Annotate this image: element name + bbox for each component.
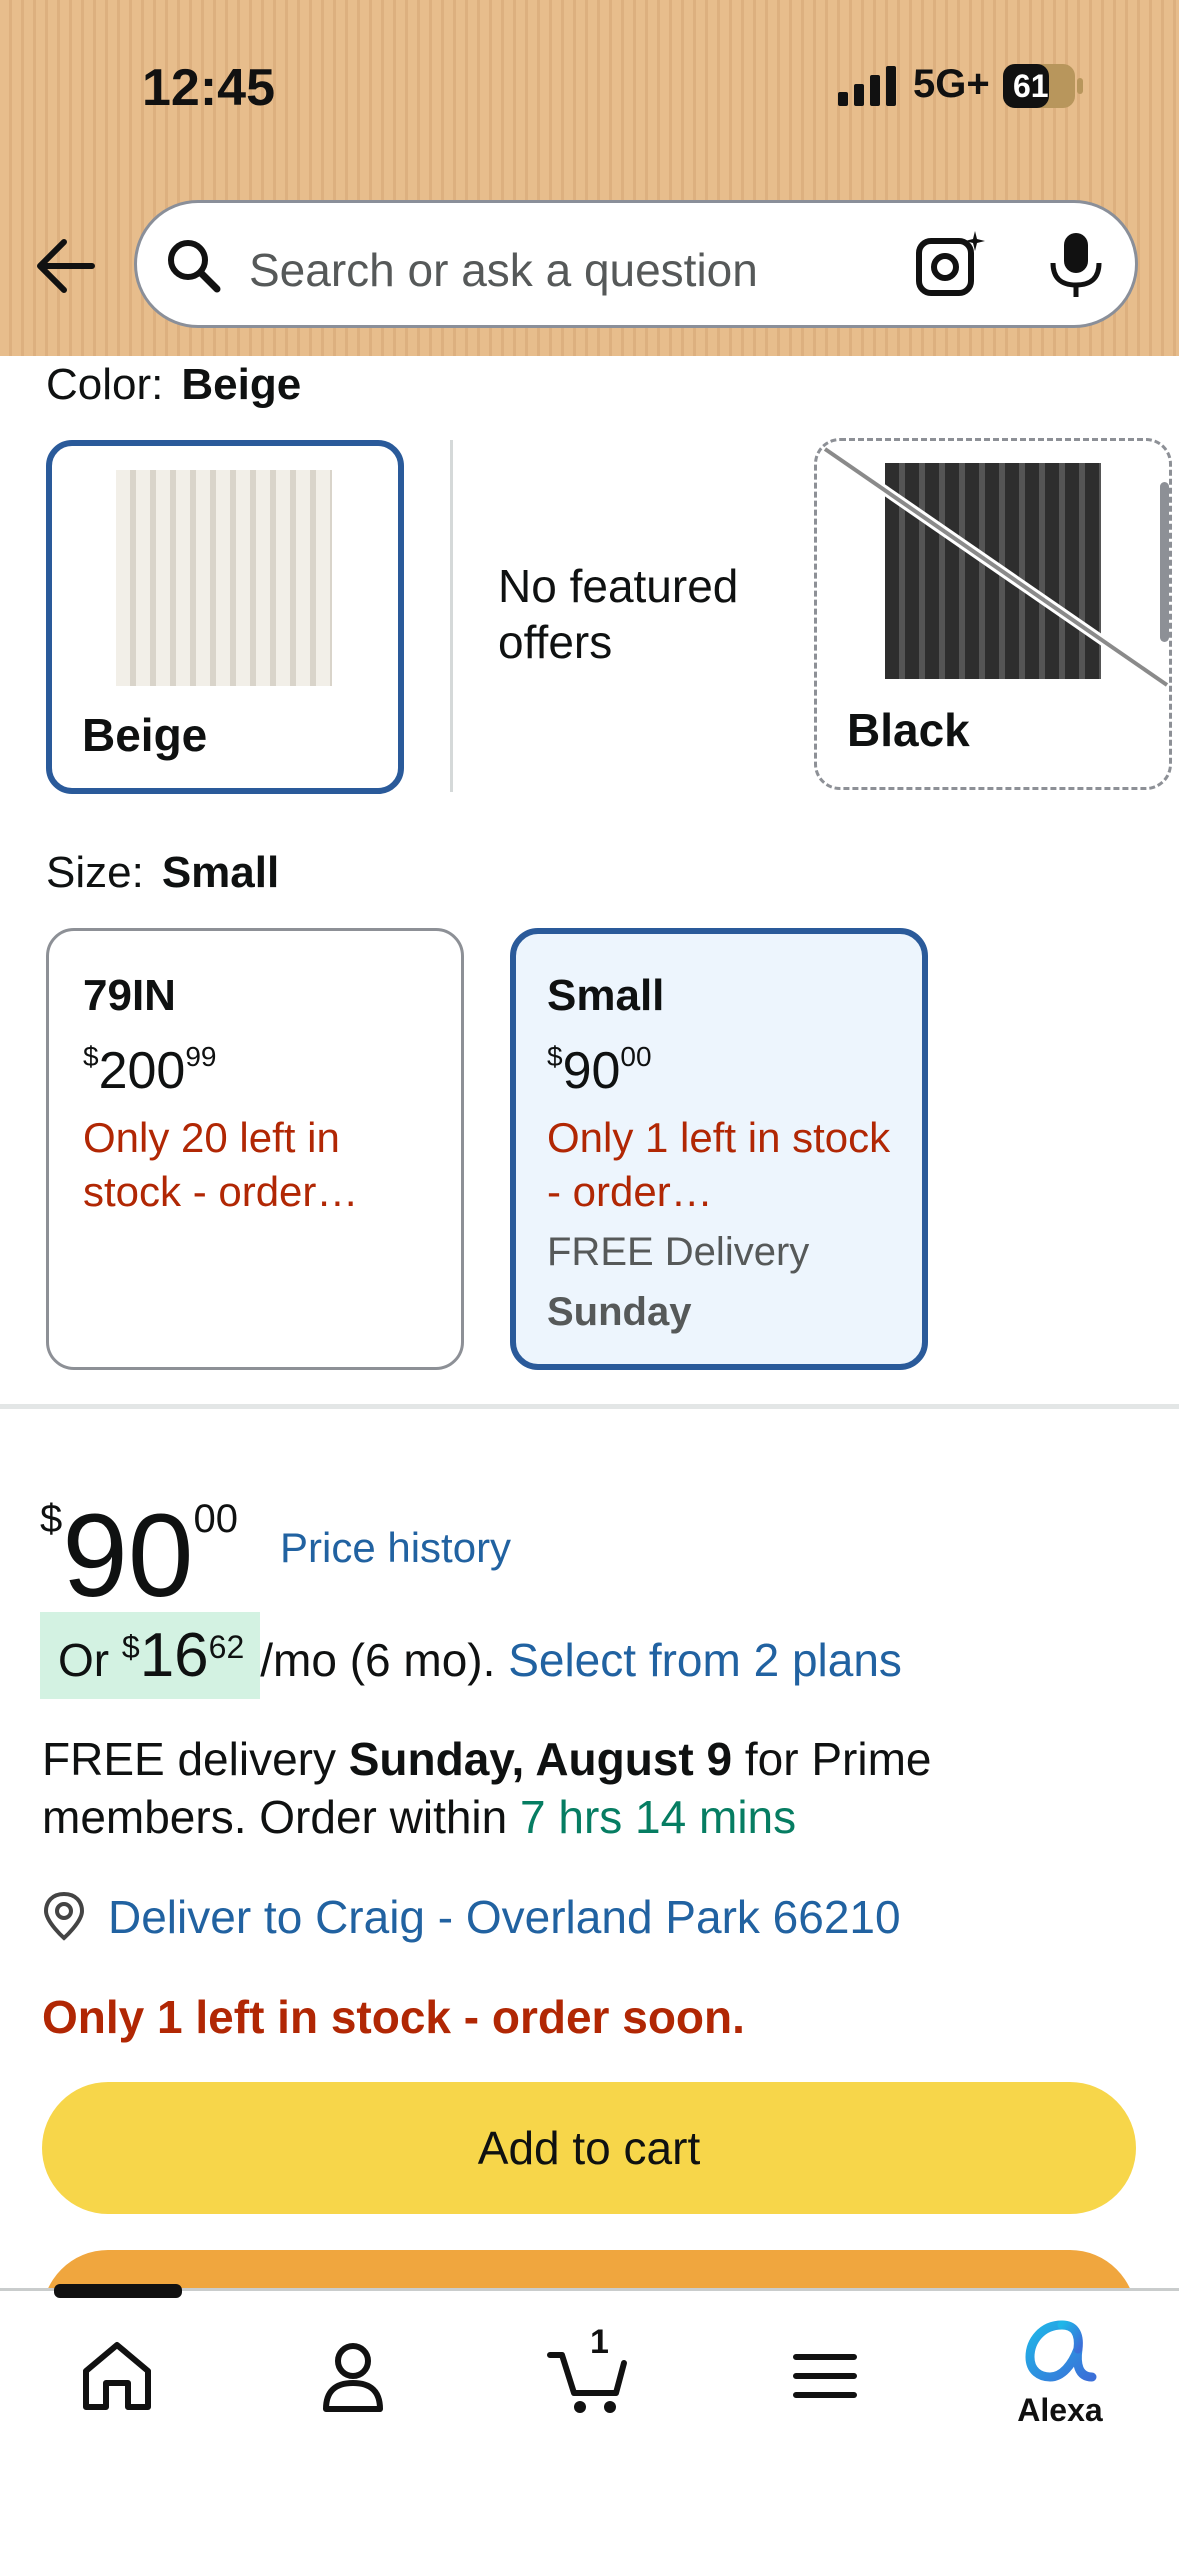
color-swatch-beige[interactable]: Beige [46, 440, 404, 794]
search-icon [168, 240, 221, 293]
battery-icon: 61 [1003, 64, 1083, 108]
cellular-signal-icon [838, 66, 896, 106]
beige-fabric-image [116, 470, 332, 686]
network-type: 5G+ [913, 62, 990, 106]
section-divider [0, 1404, 1179, 1409]
app-header: 12:45 5G+ 61 Search or ask a question [0, 0, 1179, 356]
alexa-icon [1025, 2320, 1097, 2382]
microphone-icon[interactable] [1043, 229, 1109, 301]
status-time: 12:45 [142, 59, 275, 117]
alexa-label: Alexa [1017, 2392, 1103, 2428]
select-plans-link[interactable]: Select from 2 plans [508, 1634, 902, 1686]
cart-icon [547, 2352, 627, 2413]
selected-color: Beige [181, 360, 302, 409]
installment-offer: Or $1662/mo (6 mo). Select from 2 plans [40, 1612, 902, 1699]
location-pin-icon [43, 1891, 85, 1941]
home-icon[interactable] [72, 2331, 162, 2421]
no-featured-offers: No featured offers [498, 560, 739, 668]
size-price: $20099 [83, 1041, 217, 1100]
installment-amount-chip: Or $1662 [40, 1612, 261, 1699]
size-name: Small [547, 971, 665, 1020]
size-price: $9000 [547, 1041, 652, 1100]
swatch-label: Beige [82, 709, 208, 761]
size-delivery: FREE Delivery Sunday [547, 1230, 810, 1334]
search-bar[interactable]: Search or ask a question [134, 200, 1138, 328]
size-label: Size: Small [46, 848, 280, 897]
size-name: 79IN [83, 971, 176, 1020]
product-price: $9000 [40, 1490, 239, 1622]
color-label: Color: Beige [46, 360, 302, 409]
delivery-info: FREE delivery Sunday, August 9 for Prime… [42, 1733, 932, 1843]
size-option-79in[interactable]: 79IN $20099 Only 20 left in stock - orde… [46, 928, 464, 1370]
size-stock: Only 20 left in stock - order… [83, 1114, 359, 1215]
swatch-label: Black [847, 704, 970, 756]
selected-size: Small [161, 848, 280, 897]
menu-icon[interactable] [780, 2331, 870, 2421]
camera-lens-icon[interactable] [913, 227, 989, 303]
alexa-button[interactable]: Alexa [990, 2319, 1130, 2429]
order-countdown: 7 hrs 14 mins [520, 1791, 797, 1843]
color-swatch-black[interactable]: Black [814, 438, 1172, 790]
back-arrow-icon[interactable] [30, 230, 102, 302]
home-indicator [54, 2284, 182, 2298]
size-stock: Only 1 left in stock - order… [547, 1114, 891, 1215]
cart-count: 1 [590, 2323, 609, 2361]
battery-level: 61 [1013, 68, 1049, 104]
deliver-to-link[interactable]: Deliver to Craig - Overland Park 66210 [108, 1890, 901, 1944]
size-option-small[interactable]: Small $9000 Only 1 left in stock - order… [510, 928, 928, 1370]
add-to-cart-button[interactable]: Add to cart [42, 2082, 1136, 2214]
divider [450, 440, 453, 792]
bottom-nav-bar: 1 Alexa [0, 2288, 1179, 2556]
account-icon[interactable] [308, 2331, 398, 2421]
cart-button[interactable]: 1 [544, 2323, 634, 2421]
horizontal-scrollbar[interactable] [1160, 482, 1169, 642]
price-history-link[interactable]: Price history [280, 1524, 511, 1572]
stock-warning: Only 1 left in stock - order soon. [42, 1991, 745, 2043]
search-input[interactable]: Search or ask a question [249, 243, 758, 297]
